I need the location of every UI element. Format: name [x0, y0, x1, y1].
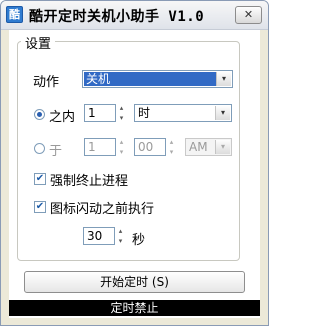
at-minute-input[interactable]: 00 [134, 138, 166, 156]
within-amount-input[interactable]: 1 [84, 104, 116, 122]
within-unit-value: 时 [138, 106, 151, 120]
flash-icon-label: 图标闪动之前执行 [50, 202, 155, 217]
spin-down-icon[interactable]: ▾ [117, 148, 126, 156]
action-select[interactable]: 关机 ▾ [82, 70, 233, 88]
within-radio[interactable] [34, 109, 45, 120]
seconds-unit-label: 秒 [132, 233, 146, 248]
action-label: 动作 [33, 75, 60, 90]
spin-up-icon[interactable]: ▴ [167, 138, 176, 146]
at-radio[interactable] [34, 143, 45, 154]
chevron-down-icon[interactable]: ▾ [216, 72, 231, 86]
main-window: 酷 酷开定时关机小助手 V1.0 ✕ 设置 动作 关机 ▾ 之内 1 ▴ ▾ 时… [0, 0, 269, 326]
spin-down-icon[interactable]: ▾ [116, 237, 125, 245]
at-ampm-select[interactable]: AM ▾ [185, 138, 232, 156]
seconds-input[interactable]: 30 [83, 227, 115, 245]
start-timer-button[interactable]: 开始定时 (S) [24, 271, 245, 293]
title-bar[interactable]: 酷 酷开定时关机小助手 V1.0 ✕ [1, 1, 268, 30]
app-icon: 酷 [6, 6, 23, 23]
chevron-down-icon[interactable]: ▾ [215, 106, 230, 120]
force-close-label: 强制终止进程 [50, 174, 129, 189]
close-button[interactable]: ✕ [235, 6, 262, 24]
within-unit-select[interactable]: 时 ▾ [134, 104, 232, 122]
chevron-down-icon[interactable]: ▾ [215, 140, 230, 154]
within-label: 之内 [49, 110, 76, 125]
at-hour-input[interactable]: 1 [84, 138, 116, 156]
spin-down-icon[interactable]: ▾ [167, 148, 176, 156]
at-ampm-value: AM [189, 140, 208, 154]
spin-up-icon[interactable]: ▴ [116, 227, 125, 235]
force-close-checkbox[interactable]: ✔ [34, 173, 46, 185]
settings-group-title: 设置 [21, 33, 56, 52]
status-bar: 定时禁止 [9, 300, 260, 316]
flash-icon-checkbox[interactable]: ✔ [34, 201, 46, 213]
spin-down-icon[interactable]: ▾ [117, 114, 126, 122]
spin-up-icon[interactable]: ▴ [117, 104, 126, 112]
action-select-value: 关机 [84, 72, 216, 86]
spin-up-icon[interactable]: ▴ [117, 138, 126, 146]
at-label: 于 [49, 144, 63, 159]
window-title: 酷开定时关机小助手 V1.0 [29, 9, 205, 25]
